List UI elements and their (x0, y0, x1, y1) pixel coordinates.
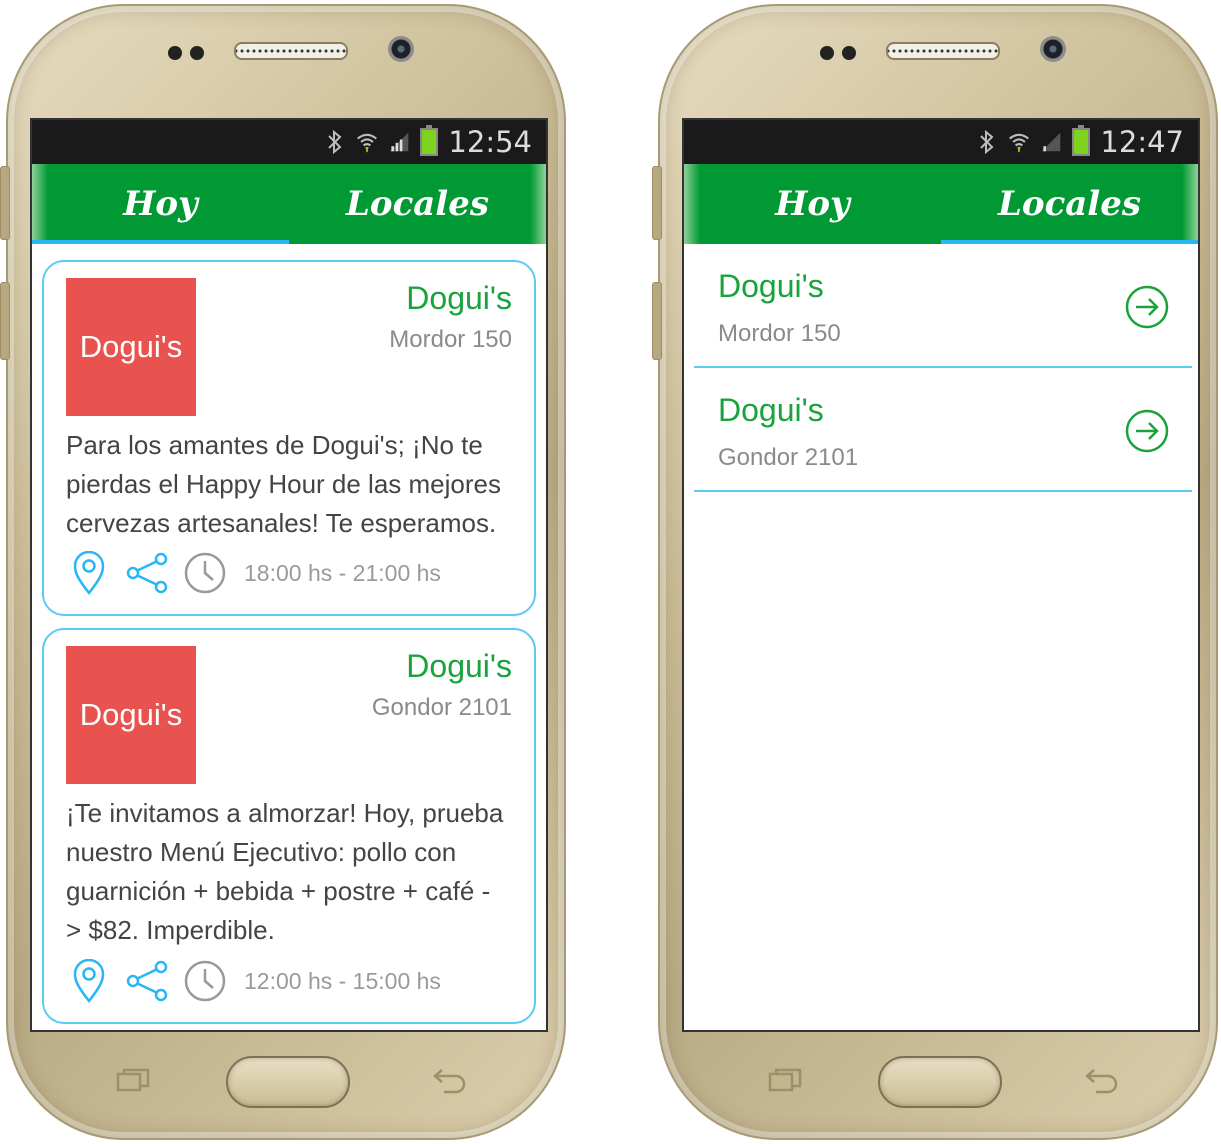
battery-icon (1072, 125, 1091, 156)
bluetooth-icon (976, 128, 998, 156)
recent-apps-icon[interactable] (768, 1068, 802, 1092)
bluetooth-icon (324, 128, 346, 156)
phone-left: 12:54 Hoy Locales Dogui's Dogui's Mordor… (0, 4, 566, 1140)
restaurant-address: Gondor 2101 (371, 694, 512, 721)
location-pin-icon[interactable] (66, 958, 112, 1004)
promo-card[interactable]: Dogui's Dogui's Gondor 2101 ¡Te invitamo… (42, 628, 536, 1024)
status-bar: 12:47 (684, 120, 1198, 164)
tab-hoy[interactable]: Hoy (684, 164, 941, 244)
home-button[interactable] (878, 1056, 1002, 1108)
tab-hoy[interactable]: Hoy (32, 164, 289, 244)
screen: 12:47 Hoy Locales Dogui's Mordor 150 Dog… (682, 118, 1200, 1032)
arrow-circle-right-icon[interactable] (1124, 408, 1170, 454)
volume-button (0, 282, 10, 360)
volume-button (652, 166, 662, 240)
battery-icon (420, 125, 439, 156)
volume-button (652, 282, 662, 360)
clock-icon (182, 550, 228, 596)
earpiece-speaker (234, 42, 348, 60)
phone-right: 12:47 Hoy Locales Dogui's Mordor 150 Dog… (652, 4, 1218, 1140)
status-bar: 12:54 (32, 120, 546, 164)
restaurant-name: Dogui's (718, 392, 824, 428)
restaurant-name: Dogui's (406, 648, 512, 684)
promotions-list: Dogui's Dogui's Mordor 150 Para los aman… (32, 244, 546, 1030)
promo-description: ¡Te invitamos a almorzar! Hoy, prueba nu… (66, 798, 504, 945)
tab-locales[interactable]: Locales (289, 164, 546, 244)
restaurant-logo: Dogui's (66, 646, 196, 784)
earpiece-speaker (886, 42, 1000, 60)
arrow-circle-right-icon[interactable] (1124, 284, 1170, 330)
status-clock: 12:47 (1100, 125, 1184, 159)
restaurant-address: Gondor 2101 (718, 444, 859, 471)
share-icon[interactable] (124, 550, 170, 596)
sensors (168, 42, 218, 62)
restaurant-address: Mordor 150 (389, 326, 512, 353)
restaurant-name: Dogui's (406, 280, 512, 316)
tab-locales[interactable]: Locales (941, 164, 1198, 244)
volume-button (0, 166, 10, 240)
clock-icon (182, 958, 228, 1004)
card-actions: 18:00 hs - 21:00 hs (66, 550, 441, 596)
time-range: 18:00 hs - 21:00 hs (244, 559, 441, 586)
restaurant-name: Dogui's (718, 268, 824, 304)
restaurant-logo: Dogui's (66, 278, 196, 416)
home-button[interactable] (226, 1056, 350, 1108)
card-actions: 12:00 hs - 15:00 hs (66, 958, 441, 1004)
front-camera (388, 36, 414, 62)
signal-icon (1040, 128, 1062, 156)
share-icon[interactable] (124, 958, 170, 1004)
wifi-icon (356, 128, 378, 156)
promo-description: Para los amantes de Dogui's; ¡No te pier… (66, 430, 501, 538)
status-clock: 12:54 (448, 125, 532, 159)
locales-list: Dogui's Mordor 150 Dogui's Gondor 2101 (684, 244, 1198, 1030)
signal-icon (388, 128, 410, 156)
location-pin-icon[interactable] (66, 550, 112, 596)
app-bar: Hoy Locales (684, 164, 1198, 244)
promo-card[interactable]: Dogui's Dogui's Mordor 150 Para los aman… (42, 260, 536, 616)
back-icon[interactable] (1084, 1066, 1120, 1094)
sensors (820, 42, 870, 62)
list-item[interactable]: Dogui's Gondor 2101 (694, 368, 1192, 492)
time-range: 12:00 hs - 15:00 hs (244, 967, 441, 994)
wifi-icon (1008, 128, 1030, 156)
app-bar: Hoy Locales (32, 164, 546, 244)
back-icon[interactable] (432, 1066, 468, 1094)
screen: 12:54 Hoy Locales Dogui's Dogui's Mordor… (30, 118, 548, 1032)
recent-apps-icon[interactable] (116, 1068, 150, 1092)
list-item[interactable]: Dogui's Mordor 150 (694, 244, 1192, 368)
restaurant-address: Mordor 150 (718, 320, 841, 347)
front-camera (1040, 36, 1066, 62)
